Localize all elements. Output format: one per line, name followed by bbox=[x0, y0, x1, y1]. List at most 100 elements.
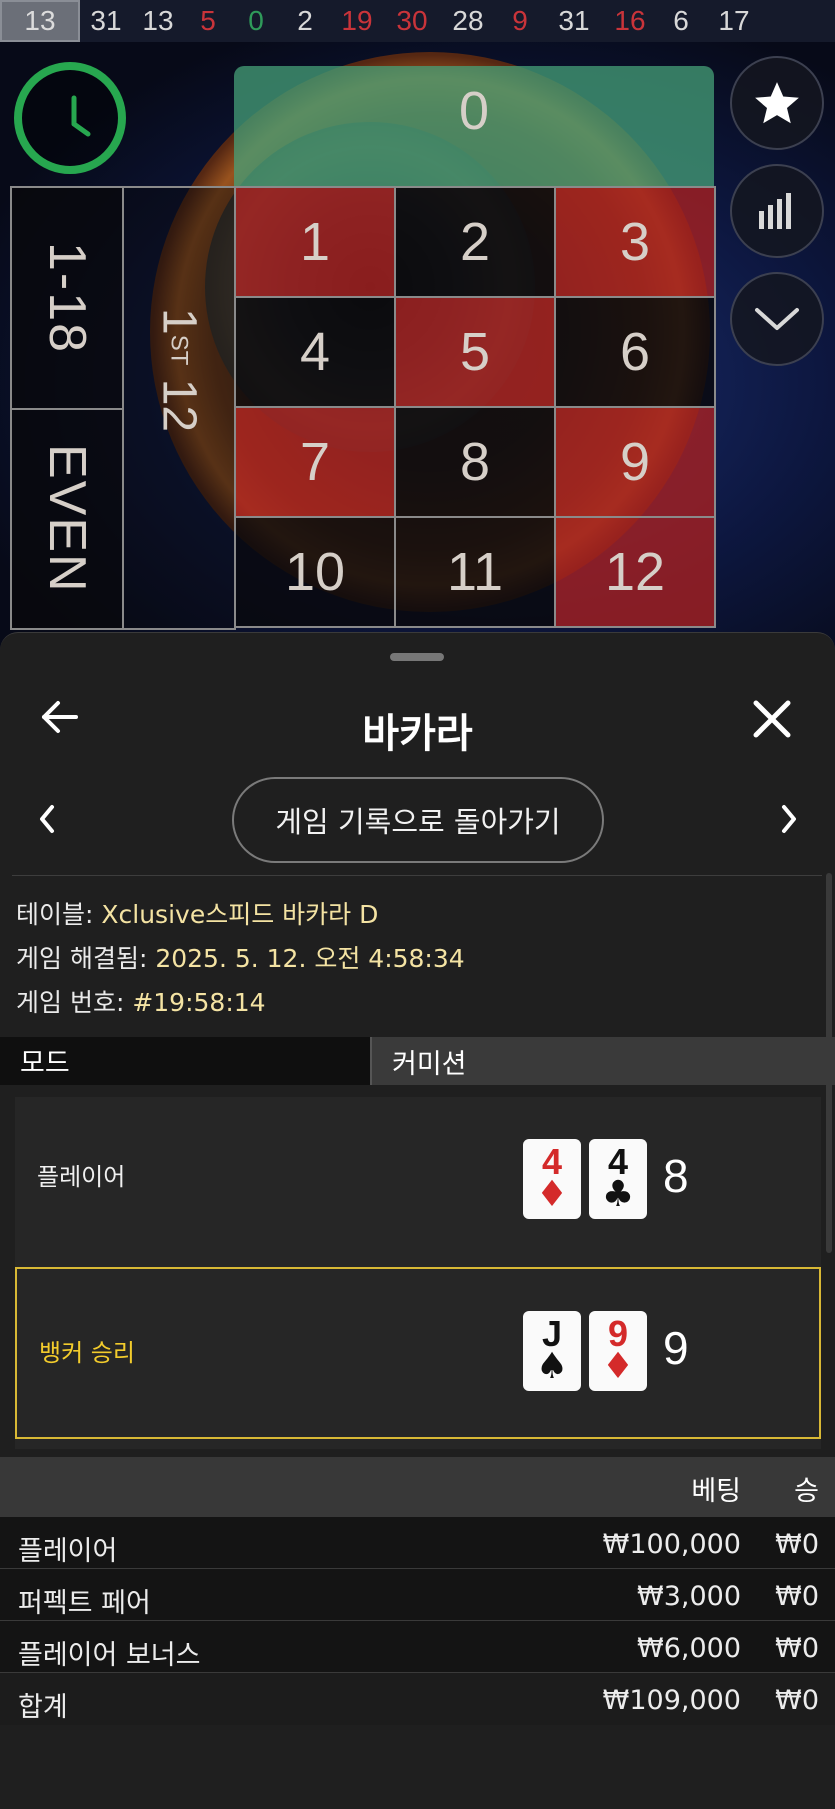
bet-spot-label: 1-18 bbox=[38, 241, 96, 355]
history-number: 31 bbox=[90, 5, 122, 36]
table-info: 테이블: Xclusive스피드 바카라 D bbox=[16, 895, 378, 931]
win-column-header: 승 bbox=[794, 1476, 819, 1507]
history-number: 28 bbox=[452, 5, 484, 36]
bar-chart-icon bbox=[759, 193, 791, 229]
history-number: 13 bbox=[142, 5, 174, 36]
bet-spot-number[interactable]: 5 bbox=[394, 296, 556, 408]
player-hand-label: 플레이어 bbox=[37, 1163, 126, 1191]
total-bet-amount: ₩109,000 bbox=[602, 1685, 741, 1716]
table-value: Xclusive스피드 바카라 D bbox=[101, 900, 379, 929]
bet-row: 퍼펙트 페어 ₩3,000 ₩0 bbox=[0, 1569, 835, 1621]
banker-hand: 뱅커 승리 J ♠ 9 ♦ 9 bbox=[15, 1267, 821, 1439]
bet-spot-number[interactable]: 12 bbox=[554, 516, 716, 628]
bet-spot-number[interactable]: 8 bbox=[394, 406, 556, 518]
statistics-button[interactable] bbox=[730, 164, 824, 258]
collapse-button[interactable] bbox=[730, 272, 824, 366]
timer-clock-icon bbox=[14, 62, 126, 174]
win-amount: ₩0 bbox=[775, 1633, 819, 1664]
total-label: 합계 bbox=[18, 1692, 68, 1723]
mode-tabs: 모드 커미션 bbox=[0, 1037, 835, 1085]
bet-spot-label: 0 bbox=[458, 81, 490, 141]
bet-spot-number[interactable]: 7 bbox=[234, 406, 396, 518]
history-number-current: 13 bbox=[0, 0, 80, 42]
next-game-button[interactable] bbox=[778, 801, 800, 841]
bet-amount: ₩100,000 bbox=[602, 1529, 741, 1560]
chevron-down-icon bbox=[755, 308, 799, 330]
bet-row: 플레이어 ₩100,000 ₩0 bbox=[0, 1517, 835, 1569]
bet-row-label: 플레이어 보너스 bbox=[18, 1640, 201, 1671]
bet-spot-number[interactable]: 6 bbox=[554, 296, 716, 408]
app-root: 13 31 13 5 0 2 19 30 28 9 31 16 6 17 0 1… bbox=[0, 0, 835, 1809]
history-number: 31 bbox=[558, 5, 590, 36]
table-label: 테이블: bbox=[16, 900, 94, 929]
bet-spot-number[interactable]: 9 bbox=[554, 406, 716, 518]
playing-card: J ♠ bbox=[523, 1311, 581, 1391]
player-score: 8 bbox=[663, 1150, 689, 1202]
history-number: 19 bbox=[341, 5, 373, 36]
bet-column-header: 베팅 bbox=[691, 1476, 741, 1507]
resolved-value: 2025. 5. 12. 오전 4:58:34 bbox=[155, 944, 465, 973]
back-to-history-button[interactable]: 게임 기록으로 돌아가기 bbox=[232, 777, 604, 863]
round-results: 플레이어 4 ♦ 4 ♣ 8 뱅커 승리 J ♠ 9 ♦ 9 bbox=[15, 1097, 821, 1449]
bet-spot-label: 1ST 12 bbox=[152, 308, 206, 433]
banker-score: 9 bbox=[663, 1322, 689, 1374]
history-number: 6 bbox=[673, 5, 689, 36]
history-number: 30 bbox=[396, 5, 428, 36]
bet-spot-even[interactable]: EVEN bbox=[10, 408, 124, 630]
bet-spot-label: EVEN bbox=[38, 444, 96, 594]
bets-table-header: 베팅 승 bbox=[0, 1457, 835, 1517]
tab-commission[interactable]: 커미션 bbox=[370, 1037, 835, 1085]
sheet-header: 바카라 bbox=[0, 673, 835, 773]
bet-amount: ₩6,000 bbox=[637, 1633, 741, 1664]
chevron-right-icon bbox=[782, 805, 796, 833]
divider bbox=[12, 875, 822, 876]
player-hand: 플레이어 4 ♦ 4 ♣ 8 bbox=[15, 1097, 821, 1267]
drag-handle[interactable] bbox=[390, 653, 444, 661]
banker-win-label: 뱅커 승리 bbox=[39, 1339, 135, 1367]
chevron-left-icon bbox=[40, 805, 54, 833]
star-icon bbox=[755, 82, 799, 124]
playing-card: 4 ♣ bbox=[589, 1139, 647, 1219]
game-number-info: 게임 번호: #19:58:14 bbox=[16, 983, 266, 1019]
bets-table: 베팅 승 플레이어 ₩100,000 ₩0 퍼펙트 페어 ₩3,000 ₩0 플… bbox=[0, 1457, 835, 1725]
bet-row-label: 플레이어 bbox=[18, 1536, 118, 1567]
history-number: 5 bbox=[200, 5, 216, 36]
resolved-label: 게임 해결됨: bbox=[16, 944, 148, 973]
previous-game-button[interactable] bbox=[36, 801, 58, 841]
game-number-label: 게임 번호: bbox=[16, 988, 125, 1017]
game-number-value: #19:58:14 bbox=[132, 988, 266, 1017]
history-number: 0 bbox=[248, 5, 264, 36]
favorites-button[interactable] bbox=[730, 56, 824, 150]
scrollbar[interactable] bbox=[826, 873, 832, 1253]
playing-card: 4 ♦ bbox=[523, 1139, 581, 1219]
number-history-strip: 13 31 13 5 0 2 19 30 28 9 31 16 6 17 bbox=[0, 0, 835, 42]
playing-card: 9 ♦ bbox=[589, 1311, 647, 1391]
history-nav-row: 게임 기록으로 돌아가기 bbox=[0, 777, 835, 869]
bet-spot-1-18[interactable]: 1-18 bbox=[10, 186, 124, 410]
win-amount: ₩0 bbox=[775, 1581, 819, 1612]
bet-spot-number[interactable]: 11 bbox=[394, 516, 556, 628]
bet-amount: ₩3,000 bbox=[637, 1581, 741, 1612]
bet-spot-number[interactable]: 3 bbox=[554, 186, 716, 298]
history-number: 17 bbox=[718, 5, 750, 36]
bet-spot-number[interactable]: 4 bbox=[234, 296, 396, 408]
tab-mode[interactable]: 모드 bbox=[0, 1037, 370, 1085]
history-number: 16 bbox=[614, 5, 646, 36]
sheet-title: 바카라 bbox=[362, 711, 473, 757]
resolved-info: 게임 해결됨: 2025. 5. 12. 오전 4:58:34 bbox=[16, 939, 465, 975]
close-button[interactable] bbox=[752, 699, 792, 743]
bet-spot-1st-12[interactable]: 1ST 12 bbox=[122, 186, 236, 630]
win-amount: ₩0 bbox=[775, 1529, 819, 1560]
history-number: 2 bbox=[297, 5, 313, 36]
game-history-sheet: 바카라 게임 기록으로 돌아가기 테이블: Xclusive스피드 바카라 D … bbox=[0, 632, 835, 1809]
bet-row-label: 퍼펙트 페어 bbox=[18, 1588, 151, 1619]
bet-total-row: 합계 ₩109,000 ₩0 bbox=[0, 1673, 835, 1725]
bet-spot-number[interactable]: 10 bbox=[234, 516, 396, 628]
close-icon bbox=[753, 700, 791, 738]
bet-spot-number[interactable]: 1 bbox=[234, 186, 396, 298]
bet-row: 플레이어 보너스 ₩6,000 ₩0 bbox=[0, 1621, 835, 1673]
total-win-amount: ₩0 bbox=[775, 1685, 819, 1716]
bet-spot-zero[interactable]: 0 bbox=[234, 66, 714, 186]
history-number: 9 bbox=[512, 5, 528, 36]
bet-spot-number[interactable]: 2 bbox=[394, 186, 556, 298]
